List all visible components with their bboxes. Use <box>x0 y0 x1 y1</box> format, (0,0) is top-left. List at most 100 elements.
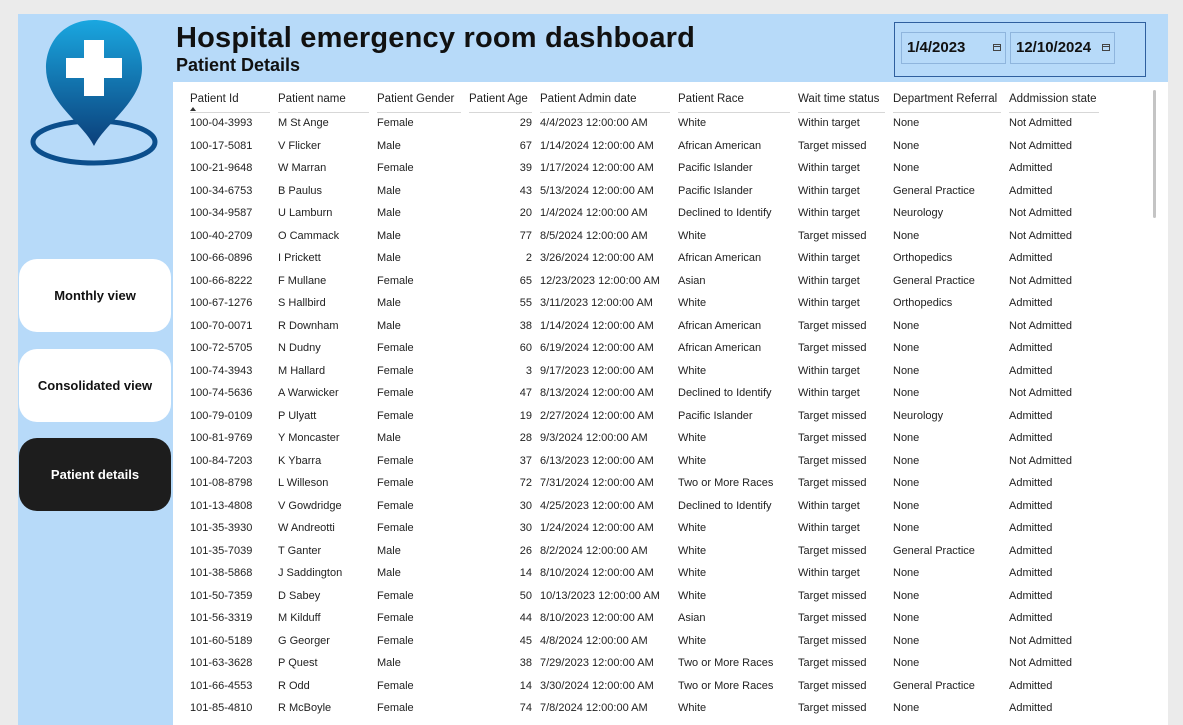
cell-patient-id: 100-17-5081 <box>190 139 253 152</box>
cell-department-referral: Neurology <box>893 409 944 422</box>
table-row[interactable]: 100-40-2709 O Cammack Male 77 8/5/2024 12:00… <box>186 225 1103 248</box>
column-header-patient-race[interactable]: Patient Race <box>674 86 794 113</box>
patient-details-button[interactable]: Patient details <box>19 438 171 511</box>
cell-department-referral: None <box>893 229 920 242</box>
table-row[interactable]: 100-34-6753 B Paulus Male 43 5/13/2024 12:00… <box>186 180 1103 203</box>
cell-admission-state: Not Admitted <box>1009 634 1072 647</box>
column-header-wait-time-status[interactable]: Wait time status <box>794 86 889 113</box>
cell-patient-age: 39 <box>519 162 532 175</box>
table-row[interactable]: 100-74-5636 A Warwicker Female 47 8/13/2024 … <box>186 382 1103 405</box>
cell-patient-id: 100-34-6753 <box>190 184 253 197</box>
cell-patient-age: 45 <box>519 634 532 647</box>
cell-patient-id: 100-21-9648 <box>190 162 253 175</box>
column-header-patient-gender[interactable]: Patient Gender <box>373 86 465 113</box>
cell-patient-gender: Male <box>377 657 401 670</box>
cell-patient-gender: Male <box>377 297 401 310</box>
cell-patient-name: M St Ange <box>278 117 329 130</box>
cell-department-referral: None <box>893 612 920 625</box>
cell-department-referral: None <box>893 477 920 490</box>
table-row[interactable]: 101-13-4808 V Gowdridge Female 30 4/25/2023 … <box>186 495 1103 518</box>
cell-patient-id: 100-34-9587 <box>190 207 253 220</box>
table-row[interactable]: 100-17-5081 V Flicker Male 67 1/14/2024 12:0… <box>186 135 1103 158</box>
cell-patient-id: 100-72-5705 <box>190 342 253 355</box>
table-row[interactable]: 100-04-3993 M St Ange Female 29 4/4/2023 12:… <box>186 112 1103 135</box>
table-row[interactable]: 100-84-7203 K Ybarra Female 37 6/13/2023 12:… <box>186 450 1103 473</box>
cell-admin-date: 3/11/2023 12:00:00 AM <box>540 297 653 310</box>
table-row[interactable]: 101-63-3628 P Quest Male 38 7/29/2023 12:00:… <box>186 652 1103 675</box>
cell-admission-state: Admitted <box>1009 567 1053 580</box>
table-row[interactable]: 101-35-3930 W Andreotti Female 30 1/24/2024 … <box>186 517 1103 540</box>
cell-patient-name: M Kilduff <box>278 612 321 625</box>
cell-department-referral: None <box>893 567 920 580</box>
cell-patient-race: Two or More Races <box>678 679 774 692</box>
cell-department-referral: None <box>893 319 920 332</box>
cell-patient-race: Pacific Islander <box>678 162 753 175</box>
column-header-patient-name[interactable]: Patient name <box>274 86 373 113</box>
table-row[interactable]: 101-35-7039 T Ganter Male 26 8/2/2024 12:00:… <box>186 540 1103 563</box>
scrollbar-thumb[interactable] <box>1153 90 1156 218</box>
cell-wait-time-status: Target missed <box>798 432 867 445</box>
cell-patient-gender: Female <box>377 522 414 535</box>
table-row[interactable]: 100-21-9648 W Marran Female 39 1/17/2024 12:… <box>186 157 1103 180</box>
cell-patient-gender: Female <box>377 454 414 467</box>
table-row[interactable]: 100-72-5705 N Dudny Female 60 6/19/2024 12:0… <box>186 337 1103 360</box>
table-row[interactable]: 100-79-0109 P Ulyatt Female 19 2/27/2024 12:… <box>186 405 1103 428</box>
cell-patient-gender: Female <box>377 499 414 512</box>
monthly-view-button[interactable]: Monthly view <box>19 259 171 332</box>
table-row[interactable]: 100-66-8222 F Mullane Female 65 12/23/2023 1… <box>186 270 1103 293</box>
column-header-admission-state[interactable]: Addmission state <box>1005 86 1103 113</box>
cell-admission-state: Admitted <box>1009 612 1053 625</box>
table-row[interactable]: 100-34-9587 U Lamburn Male 20 1/4/2024 12:00… <box>186 202 1103 225</box>
cell-patient-race: Declined to Identify <box>678 207 772 220</box>
cell-patient-name: I Prickett <box>278 252 321 265</box>
cell-admin-date: 6/13/2023 12:00:00 AM <box>540 454 654 467</box>
table-row[interactable]: 101-66-4553 R Odd Female 14 3/30/2024 12:00:… <box>186 675 1103 698</box>
column-header-patient-age[interactable]: Patient Age <box>465 86 536 113</box>
cell-admission-state: Admitted <box>1009 297 1053 310</box>
cell-patient-id: 101-35-3930 <box>190 522 253 535</box>
calendar-icon[interactable] <box>1102 44 1110 51</box>
cell-patient-gender: Female <box>377 364 414 377</box>
cell-department-referral: None <box>893 117 920 130</box>
table-row[interactable]: 101-50-7359 D Sabey Female 50 10/13/2023 12:… <box>186 585 1103 608</box>
cell-wait-time-status: Within target <box>798 207 860 220</box>
cell-patient-name: V Gowdridge <box>278 499 342 512</box>
cell-patient-name: G Georger <box>278 634 330 647</box>
cell-wait-time-status: Target missed <box>798 477 867 490</box>
table-row[interactable]: 100-66-0896 I Prickett Male 2 3/26/2024 12:0… <box>186 247 1103 270</box>
table-row[interactable]: 100-81-9769 Y Moncaster Male 28 9/3/2024 12:… <box>186 427 1103 450</box>
table-row[interactable]: 101-08-8798 L Willeson Female 72 7/31/2024 1… <box>186 472 1103 495</box>
column-header-patient-id[interactable]: Patient Id <box>186 86 274 113</box>
table-row[interactable]: 101-60-5189 G Georger Female 45 4/8/2024 12:… <box>186 630 1103 653</box>
cell-patient-race: White <box>678 702 707 715</box>
calendar-icon[interactable] <box>993 44 1001 51</box>
table-row[interactable]: 100-67-1276 S Hallbird Male 55 3/11/2023 12:… <box>186 292 1103 315</box>
cell-admin-date: 6/19/2024 12:00:00 AM <box>540 342 654 355</box>
cell-patient-id: 101-50-7359 <box>190 589 253 602</box>
column-header-department-referral[interactable]: Department Referral <box>889 86 1005 113</box>
cell-patient-age: 3 <box>525 364 532 377</box>
cell-patient-name: V Flicker <box>278 139 321 152</box>
end-date-input[interactable]: 12/10/2024 <box>1010 32 1115 64</box>
cell-wait-time-status: Target missed <box>798 342 867 355</box>
start-date-input[interactable]: 1/4/2023 <box>901 32 1006 64</box>
cell-wait-time-status: Target missed <box>798 702 867 715</box>
cell-patient-name: J Saddington <box>278 567 343 580</box>
column-header-admin-date[interactable]: Patient Admin date <box>536 86 674 113</box>
cell-patient-gender: Female <box>377 679 414 692</box>
cell-patient-id: 100-74-5636 <box>190 387 253 400</box>
table-row[interactable]: 100-70-0071 R Downham Male 38 1/14/2024 12:0… <box>186 315 1103 338</box>
cell-admin-date: 10/13/2023 12:00:00 AM <box>540 589 660 602</box>
cell-patient-race: White <box>678 589 707 602</box>
cell-wait-time-status: Target missed <box>798 657 867 670</box>
consolidated-view-button[interactable]: Consolidated view <box>19 349 171 422</box>
table-row[interactable]: 101-56-3319 M Kilduff Female 44 8/10/2023 12… <box>186 607 1103 630</box>
vertical-scrollbar[interactable] <box>1151 90 1160 725</box>
table-row[interactable]: 100-74-3943 M Hallard Female 3 9/17/2023 12:… <box>186 360 1103 383</box>
cell-patient-gender: Female <box>377 342 414 355</box>
cell-patient-id: 100-67-1276 <box>190 297 253 310</box>
cell-admission-state: Admitted <box>1009 409 1053 422</box>
table-row[interactable]: 101-38-5868 J Saddington Male 14 8/10/2024 1… <box>186 562 1103 585</box>
table-row[interactable]: 101-85-4810 R McBoyle Female 74 7/8/2024 12:… <box>186 697 1103 720</box>
cell-department-referral: General Practice <box>893 274 975 287</box>
